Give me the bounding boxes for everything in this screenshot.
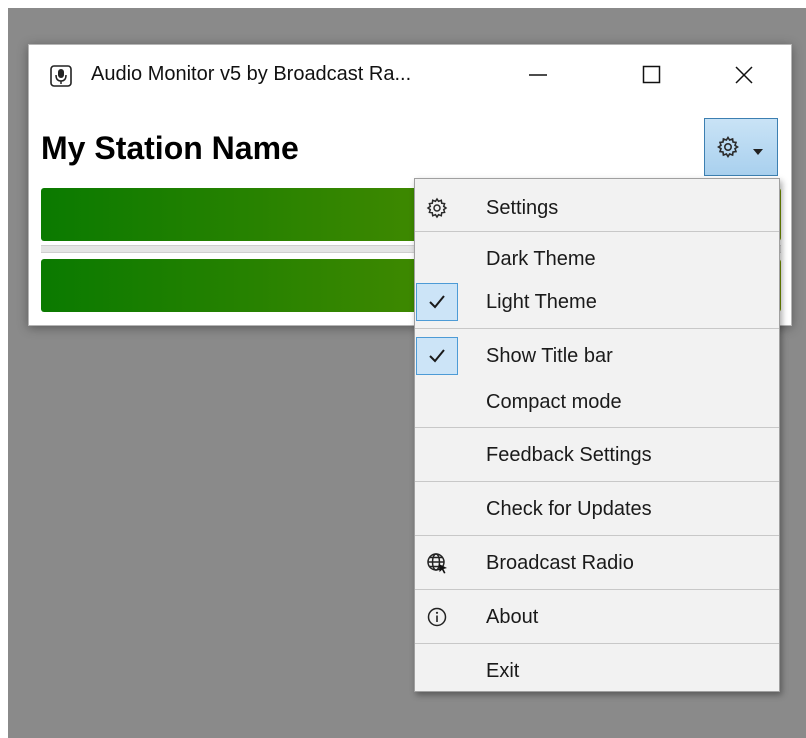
- gear-icon: [425, 196, 449, 220]
- menu-item-label: Compact mode: [486, 391, 622, 413]
- menu-separator: [415, 535, 779, 536]
- microphone-app-icon: [50, 65, 72, 87]
- menu-item-show-title-bar[interactable]: Show Title bar: [415, 336, 779, 376]
- menu-separator: [415, 231, 779, 232]
- minimize-button[interactable]: [516, 57, 560, 93]
- menu-item-label: About: [486, 606, 539, 628]
- settings-context-menu: Settings Dark Theme Light Theme Show Tit…: [414, 178, 780, 692]
- menu-separator: [415, 427, 779, 428]
- menu-item-label: Broadcast Radio: [486, 552, 634, 574]
- menu-item-feedback-settings[interactable]: Feedback Settings: [415, 435, 779, 475]
- menu-item-dark-theme[interactable]: Dark Theme: [415, 239, 779, 279]
- chevron-down-icon: [752, 143, 764, 161]
- globe-cursor-icon: [425, 551, 449, 575]
- menu-item-light-theme[interactable]: Light Theme: [415, 282, 779, 322]
- menu-separator: [415, 643, 779, 644]
- menu-item-label: Show Title bar: [486, 345, 613, 367]
- menu-item-check-for-updates[interactable]: Check for Updates: [415, 489, 779, 529]
- menu-item-label: Feedback Settings: [486, 444, 652, 466]
- menu-separator: [415, 589, 779, 590]
- menu-item-label: Exit: [486, 660, 520, 682]
- title-bar[interactable]: Audio Monitor v5 by Broadcast Ra...: [29, 45, 791, 107]
- window-title: Audio Monitor v5 by Broadcast Ra...: [91, 63, 412, 85]
- menu-item-label: Dark Theme: [486, 248, 596, 270]
- menu-item-about[interactable]: About: [415, 597, 779, 637]
- close-button[interactable]: [722, 57, 766, 93]
- checkmark-icon: [416, 283, 458, 321]
- maximize-button[interactable]: [630, 57, 674, 93]
- menu-separator: [415, 328, 779, 329]
- gear-icon: [716, 135, 740, 164]
- checkmark-icon: [416, 337, 458, 375]
- menu-item-compact-mode[interactable]: Compact mode: [415, 382, 779, 422]
- menu-item-label: Settings: [486, 197, 559, 219]
- menu-item-settings[interactable]: Settings: [415, 188, 779, 228]
- station-name: My Station Name: [41, 130, 299, 166]
- menu-separator: [415, 481, 779, 482]
- settings-dropdown-button[interactable]: [704, 118, 778, 176]
- menu-item-label: Light Theme: [486, 291, 597, 313]
- info-icon: [425, 605, 449, 629]
- menu-item-label: Check for Updates: [486, 498, 652, 520]
- menu-item-broadcast-radio[interactable]: Broadcast Radio: [415, 543, 779, 583]
- menu-item-exit[interactable]: Exit: [415, 651, 779, 691]
